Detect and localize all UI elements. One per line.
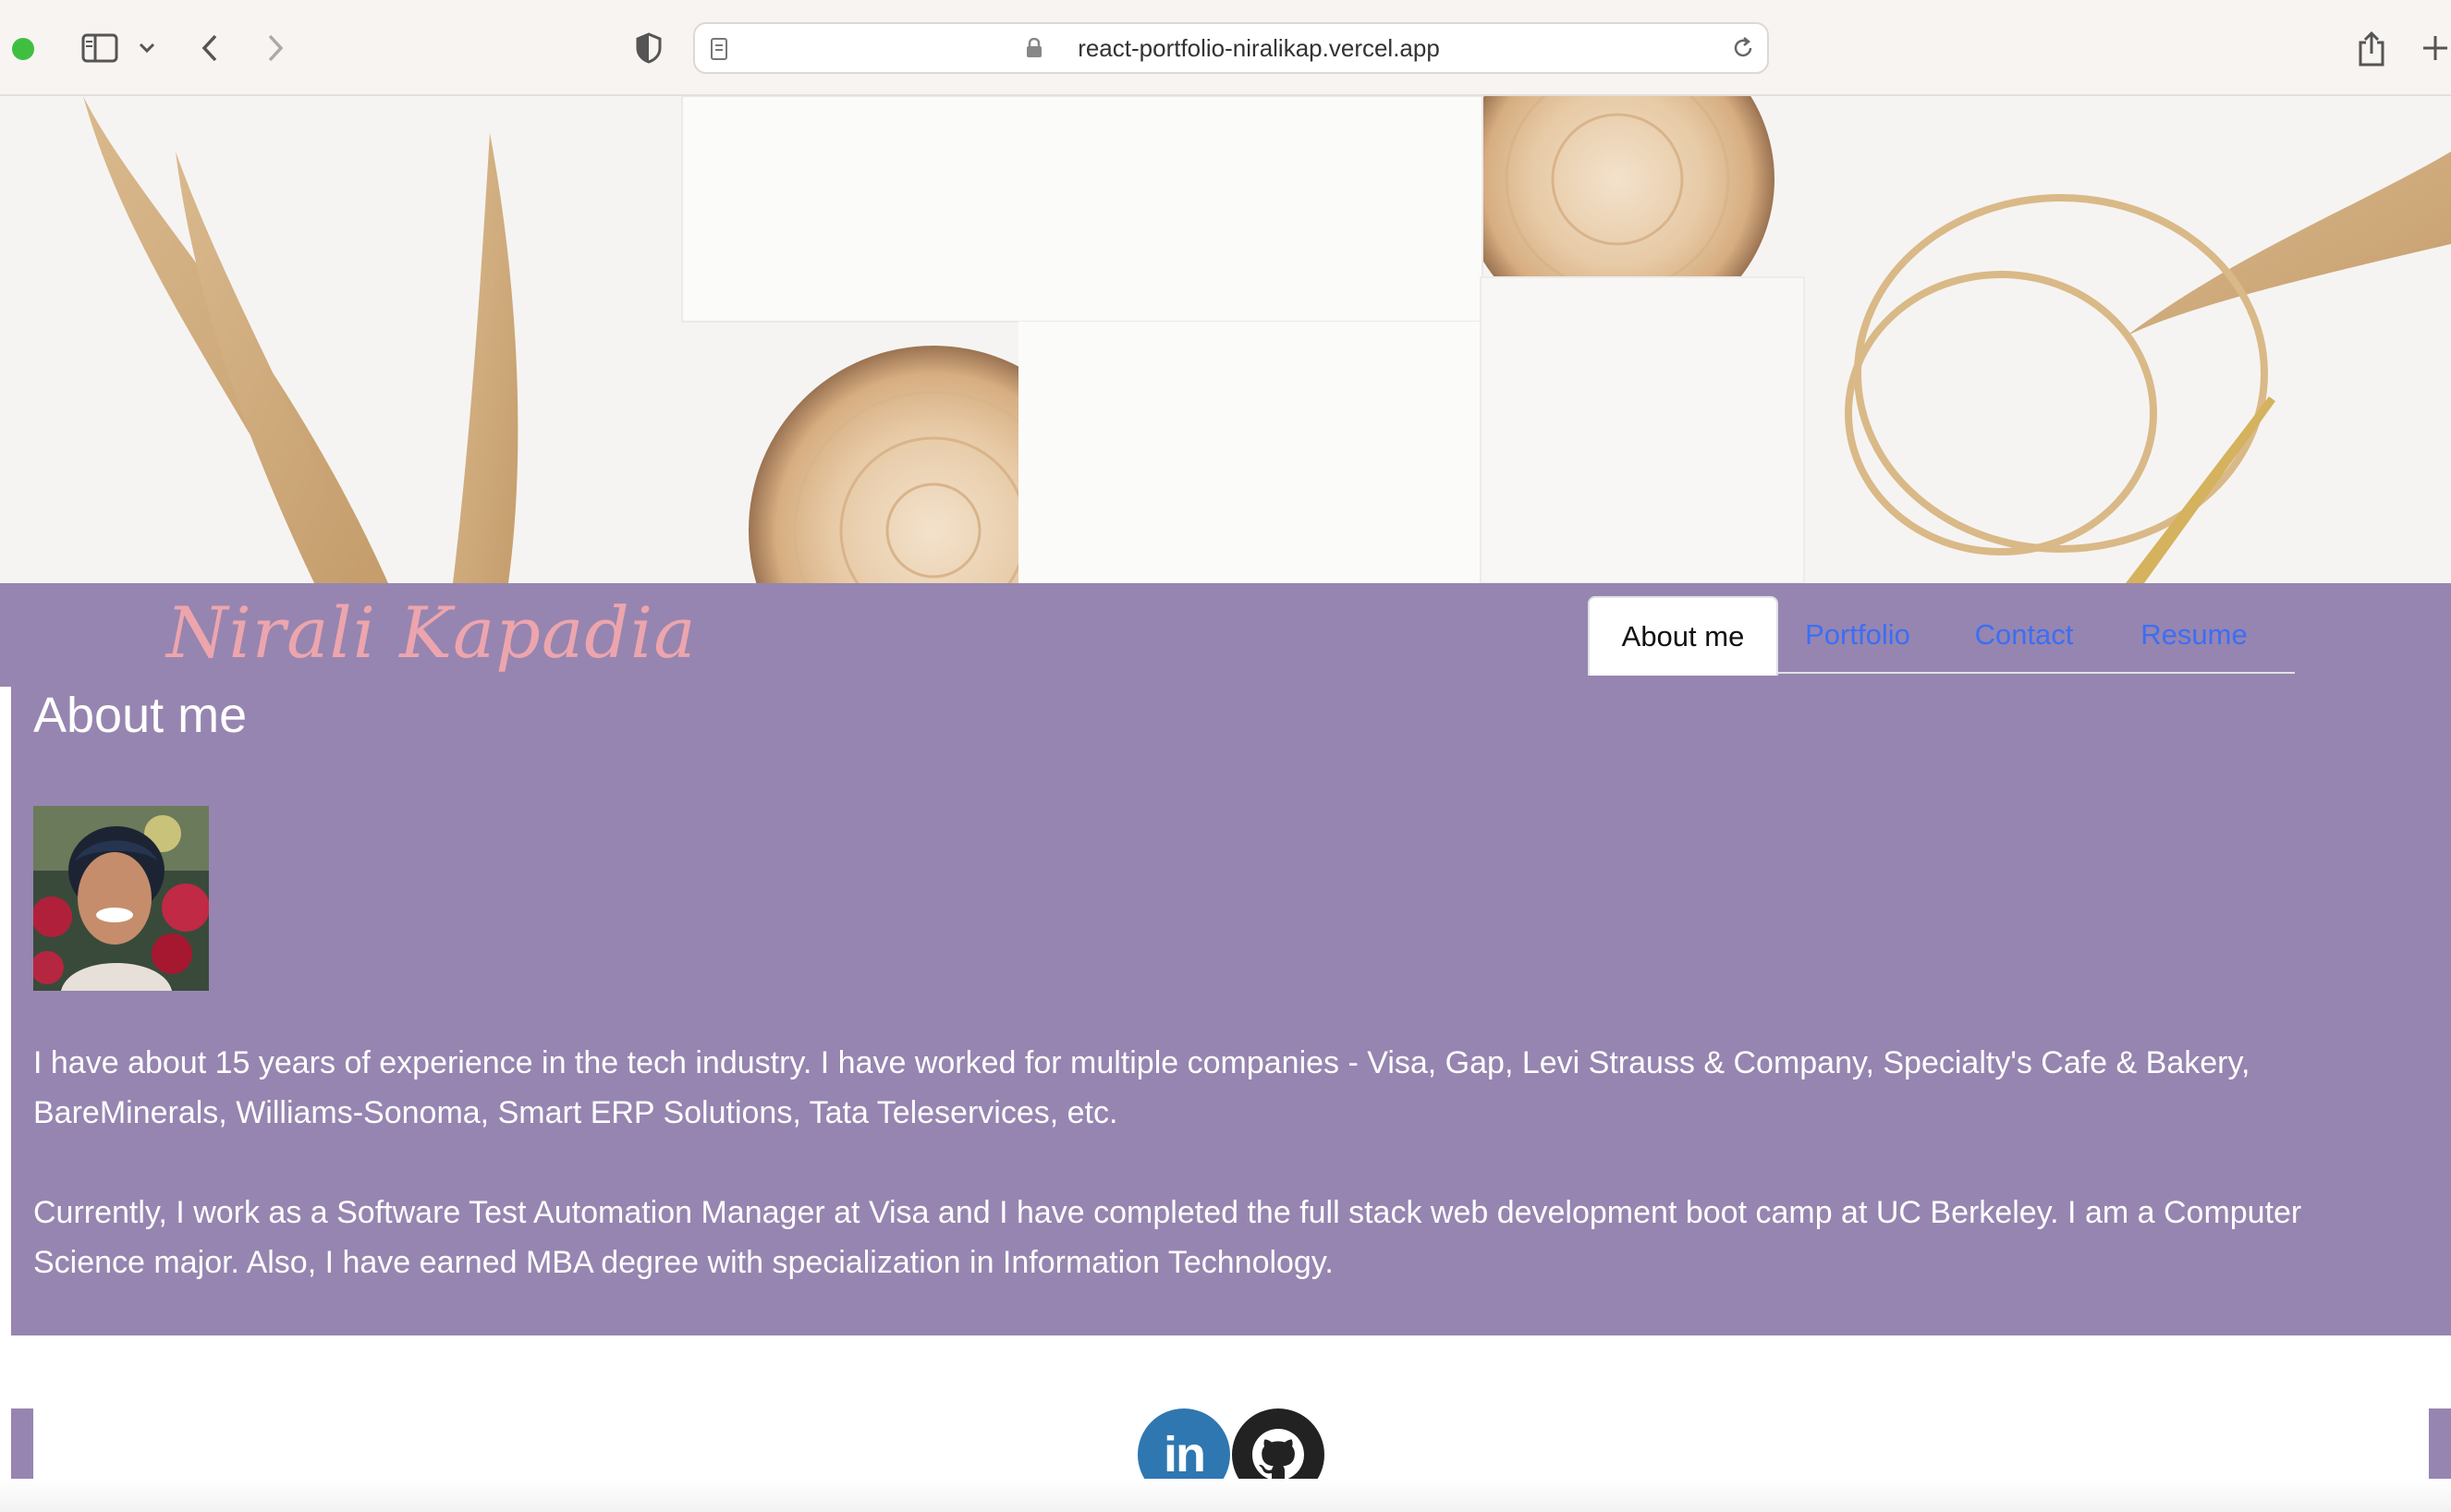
browser-toolbar: react-portfolio-niralikap.vercel.app	[0, 0, 2451, 96]
hero-banner-image	[0, 96, 2451, 583]
address-bar[interactable]: react-portfolio-niralikap.vercel.app	[693, 22, 1769, 74]
back-icon[interactable]	[196, 24, 224, 72]
tab-contact[interactable]: Contact	[1965, 596, 2083, 674]
about-paragraph-education: Currently, I work as a Software Test Aut…	[33, 1195, 2302, 1280]
reload-icon[interactable]	[1730, 35, 1756, 66]
about-heading: About me	[33, 688, 248, 743]
profile-photo	[33, 806, 209, 991]
url-text[interactable]: react-portfolio-niralikap.vercel.app	[695, 24, 1767, 72]
sidebar-toggle-icon[interactable]	[78, 24, 122, 72]
forward-icon[interactable]	[262, 24, 289, 72]
tab-about-me[interactable]: About me	[1588, 596, 1778, 676]
privacy-shield-icon[interactable]	[632, 24, 665, 72]
site-title[interactable]: Nirali Kapadia	[166, 591, 697, 674]
new-tab-icon[interactable]	[2420, 24, 2451, 72]
main-nav-tabs: About me Portfolio Contact Resume	[1588, 596, 2295, 676]
window-zoom-button[interactable]	[12, 38, 34, 60]
about-section: About me I have about 15 years of experi…	[11, 687, 2451, 1335]
footer-edge	[0, 1479, 2451, 1512]
chevron-down-icon[interactable]	[135, 24, 159, 72]
github-icon	[1252, 1429, 1304, 1480]
about-paragraph-experience: I have about 15 years of experience in t…	[33, 1045, 2250, 1130]
share-icon[interactable]	[2353, 24, 2390, 72]
tab-portfolio[interactable]: Portfolio	[1793, 596, 1922, 674]
linkedin-icon: in	[1164, 1427, 1206, 1482]
tab-resume[interactable]: Resume	[2133, 596, 2255, 674]
